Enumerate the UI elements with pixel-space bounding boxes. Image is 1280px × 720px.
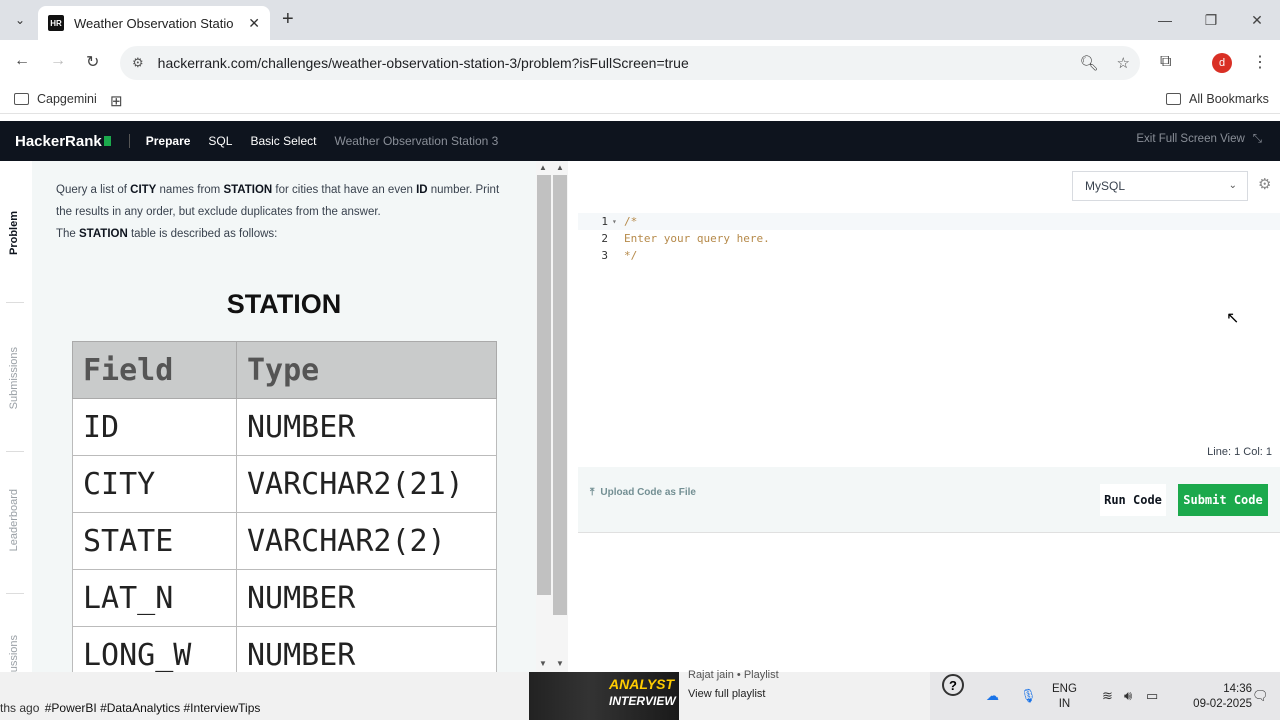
hackerrank-logo[interactable]: HackerRank — [15, 133, 111, 150]
upload-code-button[interactable]: ⤒ Upload Code as File — [590, 487, 696, 498]
table-row: LONG_W NUMBER — [72, 626, 497, 672]
exit-full-screen-button[interactable]: Exit Full Screen View ⤡ — [1136, 133, 1262, 146]
upload-icon: ⤒ — [590, 487, 595, 498]
browser-tab-bar: ⌄ HR Weather Observation Station 3 ✕ + —… — [0, 0, 1280, 40]
mouse-pointer-icon: ↖ — [1226, 310, 1240, 327]
column-header: Type — [236, 341, 497, 399]
video-description: ths ago #PowerBI #DataAnalytics #Intervi… — [0, 701, 261, 715]
hackerrank-header: HackerRank Prepare SQL Basic Select Weat… — [0, 121, 1280, 161]
panel-scrollbar[interactable]: ▲ ▲ ▼ ▼ — [536, 161, 568, 672]
breadcrumb-sql[interactable]: SQL — [208, 134, 232, 148]
editor-actions-bar: ⤒ Upload Code as File Run Code Submit Co… — [578, 467, 1280, 533]
omnibox-actions: 🔍︎ ☆ — [1080, 54, 1131, 72]
folder-icon — [1166, 93, 1181, 105]
battery-icon[interactable]: ▭ — [1146, 688, 1158, 704]
submit-code-button[interactable]: Submit Code — [1178, 484, 1268, 516]
playlist-thumbnail[interactable]: ANALYST INTERVIEW — [529, 672, 679, 720]
back-icon[interactable]: ← — [14, 52, 30, 70]
language-select[interactable]: MySQL ⌄ — [1072, 171, 1248, 201]
window-controls: — ❐ ✕ — [1142, 0, 1280, 40]
restore-icon[interactable]: ❐ — [1188, 0, 1234, 40]
side-tabs: Problem Submissions Leaderboard ussions — [0, 161, 32, 672]
language-indicator[interactable]: ENG IN — [1052, 682, 1077, 712]
divider — [6, 593, 24, 594]
table-row: ID NUMBER — [72, 398, 497, 456]
table-row: LAT_N NUMBER — [72, 569, 497, 627]
onedrive-icon[interactable]: ☁ — [986, 688, 999, 704]
forward-icon[interactable]: → — [50, 52, 66, 70]
chevron-down-icon: ⌄ — [1228, 180, 1237, 191]
bookmark-capgemini[interactable]: Capgemini — [14, 92, 97, 106]
column-header: Field — [72, 341, 237, 399]
hackerrank-favicon-icon: HR — [48, 15, 64, 31]
logo-square-icon — [103, 136, 111, 146]
tab-discussions[interactable]: ussions — [8, 635, 20, 672]
zoom-icon[interactable]: 🔍︎ — [1080, 54, 1099, 72]
problem-description: Query a list of CITY names from STATION … — [56, 184, 500, 240]
tab-leaderboard[interactable]: Leaderboard — [8, 489, 20, 551]
reload-icon[interactable]: ↻ — [86, 52, 99, 72]
bookmark-label: Capgemini — [37, 92, 97, 106]
gear-icon[interactable]: ⚙ — [1258, 175, 1271, 193]
code-line: 3 */ — [601, 249, 638, 262]
tab-search-chevron-icon[interactable]: ⌄ — [8, 8, 32, 32]
all-bookmarks-label: All Bookmarks — [1189, 92, 1269, 106]
scroll-up-icon[interactable]: ▲ — [539, 163, 547, 172]
table-image-title: STATION — [226, 289, 342, 319]
all-bookmarks[interactable]: All Bookmarks — [1166, 92, 1269, 106]
bookmarks-bar: Capgemini ⊞ All Bookmarks — [0, 86, 1280, 114]
tab-title: Weather Observation Station 3 — [74, 15, 234, 31]
apps-grid-icon[interactable]: ⊞ — [110, 92, 123, 110]
help-icon[interactable]: ? — [942, 674, 964, 696]
wifi-icon[interactable]: ≋ — [1102, 688, 1113, 704]
view-playlist-link[interactable]: View full playlist — [688, 688, 765, 700]
breadcrumb-prepare[interactable]: Prepare — [146, 134, 191, 148]
url-field[interactable]: ⚙ hackerrank.com/challenges/weather-obse… — [120, 46, 1140, 80]
system-tray: ? ☁ 🎙︎ ENG IN ≋ 🔊︎ ▭ 14:36 09-02-2025 🗨︎ — [930, 672, 1280, 720]
code-area[interactable]: 1 ▾ /* 2 Enter your query here. 3 */ — [578, 213, 1280, 264]
address-bar-row: ← → ↻ ⚙ hackerrank.com/challenges/weathe… — [0, 40, 1280, 86]
extensions-icon[interactable]: ⧉ — [1160, 53, 1171, 71]
code-line: 1 ▾ /* — [578, 213, 1280, 230]
scrollbar-thumb[interactable] — [537, 175, 551, 595]
notification-icon[interactable]: 🗨︎ — [1252, 688, 1269, 704]
collapse-icon: ⤡ — [1252, 133, 1262, 145]
microphone-icon[interactable]: 🎙︎ — [1020, 688, 1037, 704]
clock[interactable]: 14:36 09-02-2025 — [1192, 682, 1252, 712]
scroll-up-icon[interactable]: ▲ — [556, 163, 564, 172]
minimize-icon[interactable]: — — [1142, 0, 1188, 40]
fold-icon[interactable]: ▾ — [612, 217, 624, 226]
site-info-icon[interactable]: ⚙ — [132, 55, 144, 71]
close-window-icon[interactable]: ✕ — [1234, 0, 1280, 40]
volume-icon[interactable]: 🔊︎ — [1124, 688, 1132, 704]
profile-avatar[interactable]: d — [1212, 53, 1232, 73]
divider — [6, 451, 24, 452]
table-row: STATE VARCHAR2(2) — [72, 512, 497, 570]
code-editor-panel: MySQL ⌄ ⚙ 1 ▾ /* 2 Enter your query here… — [578, 161, 1280, 467]
tab-problem[interactable]: Problem — [8, 211, 20, 255]
playlist-meta: Rajat jain • Playlist — [688, 669, 779, 681]
close-tab-icon[interactable]: ✕ — [248, 15, 260, 32]
browser-tab[interactable]: HR Weather Observation Station 3 ✕ — [38, 6, 270, 40]
scroll-down-icon[interactable]: ▼ — [556, 659, 564, 668]
cursor-position: Line: 1 Col: 1 — [1207, 446, 1272, 458]
code-line: 2 Enter your query here. — [601, 232, 770, 245]
url-text: hackerrank.com/challenges/weather-observ… — [157, 55, 689, 71]
problem-statement-panel: Query a list of CITY names from STATION … — [32, 161, 536, 672]
run-code-button[interactable]: Run Code — [1100, 484, 1166, 516]
station-schema-table: Field Type ID NUMBER CITY VARCHAR2(21) STA… — [72, 341, 497, 672]
tab-submissions[interactable]: Submissions — [8, 347, 20, 409]
divider — [128, 134, 130, 148]
new-tab-icon[interactable]: + — [282, 8, 294, 31]
folder-icon — [14, 93, 29, 105]
breadcrumb-current: Weather Observation Station 3 — [334, 134, 499, 148]
divider — [6, 302, 24, 303]
table-row: CITY VARCHAR2(21) — [72, 455, 497, 513]
scrollbar-thumb[interactable] — [553, 175, 567, 615]
scroll-down-icon[interactable]: ▼ — [539, 659, 547, 668]
bookmark-star-icon[interactable]: ☆ — [1117, 54, 1130, 72]
browser-menu-icon[interactable]: ⋮ — [1252, 52, 1268, 72]
breadcrumb-basic-select[interactable]: Basic Select — [250, 134, 316, 148]
